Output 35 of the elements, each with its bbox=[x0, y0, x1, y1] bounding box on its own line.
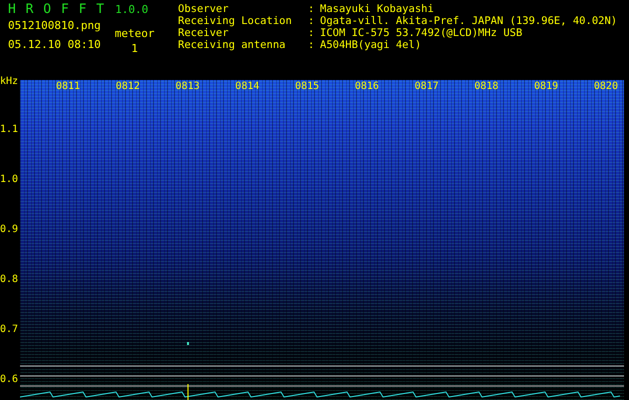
time-label: 0815 bbox=[295, 81, 320, 92]
time-label: 0813 bbox=[176, 81, 200, 92]
axis-label: 1.0 bbox=[0, 174, 18, 184]
info-label: Receiving Location bbox=[178, 15, 293, 27]
file-name: 0512100810.png bbox=[8, 19, 101, 32]
time-label: 0811 bbox=[56, 81, 80, 92]
time-label: 0818 bbox=[474, 81, 498, 92]
info-label: Observer bbox=[178, 3, 230, 15]
info-separator: : bbox=[308, 27, 316, 39]
axis-label: 0.9 bbox=[0, 224, 18, 234]
meteor-label: meteor bbox=[114, 27, 154, 40]
info-value: A504HB(yagi 4el) bbox=[320, 39, 422, 51]
date-time: 05.12.10 08:10 bbox=[8, 38, 101, 51]
info-separator: : bbox=[308, 15, 316, 27]
info-value: ICOM IC-575 53.7492(@LCD)MHz USB bbox=[320, 27, 522, 39]
info-separator: : bbox=[308, 3, 316, 15]
time-label: 0812 bbox=[116, 81, 140, 92]
axis-label: 0.6 bbox=[0, 374, 18, 384]
meteor-count: 1 bbox=[131, 42, 138, 55]
axis-label: 0.7 bbox=[0, 324, 18, 334]
time-label: 0816 bbox=[354, 81, 379, 92]
info-label: Receiver bbox=[178, 27, 230, 39]
info-value: Ogata-vill. Akita-Pref. JAPAN (139.96E, 40.02N) bbox=[320, 15, 618, 27]
info-value: Masayuki Kobayashi bbox=[320, 3, 434, 15]
app-title: H R O F F T bbox=[8, 2, 106, 17]
info-label: Receiving antenna bbox=[178, 39, 286, 51]
info-separator: : bbox=[308, 39, 316, 51]
time-label: 0820 bbox=[594, 81, 618, 92]
time-label: 0814 bbox=[235, 81, 260, 92]
axis-label: 0.8 bbox=[0, 274, 18, 284]
time-label: 0819 bbox=[534, 81, 558, 92]
version-label: 1.0.0 bbox=[115, 3, 148, 16]
time-label: 0817 bbox=[414, 81, 439, 92]
axis-unit: kHz bbox=[0, 76, 20, 88]
axis-label: 1.1 bbox=[0, 124, 18, 134]
